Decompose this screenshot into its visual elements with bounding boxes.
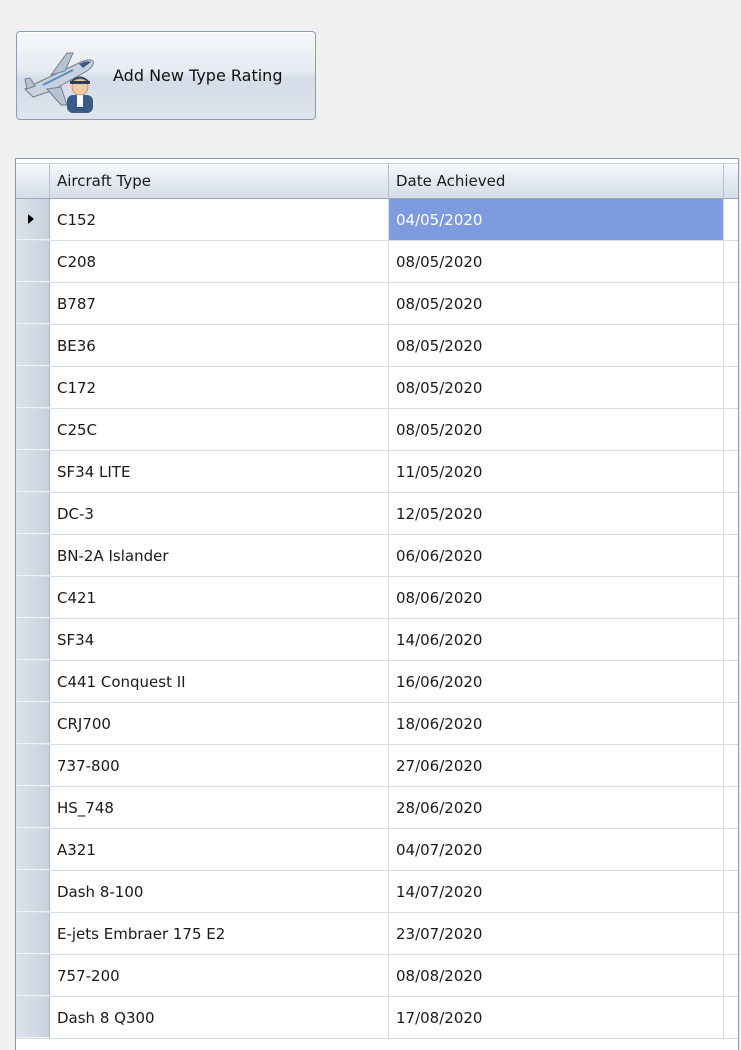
aircraft-type-cell[interactable]: BN-2A Islander [50, 535, 389, 576]
table-row[interactable]: C25C 08/05/2020 [16, 409, 738, 451]
add-type-rating-button[interactable]: Add New Type Rating [16, 31, 316, 120]
table-row[interactable]: C441 Conquest II 16/06/2020 [16, 661, 738, 703]
date-achieved-cell[interactable]: 28/06/2020 [389, 787, 724, 828]
row-selector[interactable] [16, 787, 50, 828]
aircraft-type-cell[interactable]: C421 [50, 577, 389, 618]
date-achieved-cell[interactable]: 17/08/2020 [389, 997, 724, 1038]
table-row[interactable]: CRJ700 18/06/2020 [16, 703, 738, 745]
table-row[interactable]: C421 08/06/2020 [16, 577, 738, 619]
row-selector[interactable] [16, 493, 50, 534]
table-row[interactable]: SF34 14/06/2020 [16, 619, 738, 661]
date-achieved-cell[interactable]: 27/06/2020 [389, 745, 724, 786]
aircraft-type-cell[interactable]: BE36 [50, 325, 389, 366]
date-achieved-cell[interactable]: 12/05/2020 [389, 493, 724, 534]
date-achieved-cell[interactable]: 08/05/2020 [389, 409, 724, 450]
row-selector[interactable] [16, 325, 50, 366]
row-selector[interactable] [16, 241, 50, 282]
row-selector[interactable] [16, 367, 50, 408]
row-selector[interactable] [16, 955, 50, 996]
row-selector[interactable] [16, 913, 50, 954]
row-selector[interactable] [16, 745, 50, 786]
aircraft-type-cell[interactable]: HS_748 [50, 787, 389, 828]
aircraft-type-cell[interactable]: B787 [50, 283, 389, 324]
column-header-date-achieved[interactable]: Date Achieved [389, 164, 724, 198]
table-row[interactable]: Dash 8 Q300 17/08/2020 [16, 997, 738, 1039]
row-selector[interactable] [16, 829, 50, 870]
aircraft-type-cell[interactable]: SF34 LITE [50, 451, 389, 492]
date-achieved-cell[interactable]: 08/05/2020 [389, 367, 724, 408]
aircraft-type-cell[interactable]: A321 [50, 829, 389, 870]
aircraft-type-cell[interactable]: Dash 8 Q300 [50, 997, 389, 1038]
row-selector[interactable] [16, 619, 50, 660]
date-achieved-cell[interactable]: 11/05/2020 [389, 451, 724, 492]
row-selector[interactable] [16, 703, 50, 744]
grid-header: Aircraft Type Date Achieved [16, 163, 738, 199]
aircraft-type-cell[interactable]: Dash 8-100 [50, 871, 389, 912]
grid-body: C152 04/05/2020 C208 08/05/2020 B787 08/05/20… [16, 199, 738, 1039]
aircraft-type-cell[interactable]: 757-200 [50, 955, 389, 996]
aircraft-type-cell[interactable]: SF34 [50, 619, 389, 660]
table-row[interactable]: BN-2A Islander 06/06/2020 [16, 535, 738, 577]
date-achieved-cell[interactable]: 18/06/2020 [389, 703, 724, 744]
row-selector[interactable] [16, 283, 50, 324]
table-row[interactable]: B787 08/05/2020 [16, 283, 738, 325]
aircraft-type-cell[interactable]: E-jets Embraer 175 E2 [50, 913, 389, 954]
table-row[interactable]: SF34 LITE 11/05/2020 [16, 451, 738, 493]
aircraft-type-cell[interactable]: C152 [50, 199, 389, 240]
table-row[interactable]: DC-3 12/05/2020 [16, 493, 738, 535]
aircraft-type-cell[interactable]: 737-800 [50, 745, 389, 786]
date-achieved-cell[interactable]: 23/07/2020 [389, 913, 724, 954]
aircraft-type-cell[interactable]: C172 [50, 367, 389, 408]
date-achieved-cell[interactable]: 14/06/2020 [389, 619, 724, 660]
table-row[interactable]: E-jets Embraer 175 E2 23/07/2020 [16, 913, 738, 955]
aircraft-type-cell[interactable]: C208 [50, 241, 389, 282]
current-row-arrow-icon [27, 214, 34, 224]
date-achieved-cell[interactable]: 04/07/2020 [389, 829, 724, 870]
date-achieved-cell[interactable]: 16/06/2020 [389, 661, 724, 702]
table-row[interactable]: 737-800 27/06/2020 [16, 745, 738, 787]
table-row[interactable]: C152 04/05/2020 [16, 199, 738, 241]
table-row[interactable]: 757-200 08/08/2020 [16, 955, 738, 997]
row-selector[interactable] [16, 535, 50, 576]
add-type-rating-label: Add New Type Rating [113, 66, 283, 85]
date-achieved-cell[interactable]: 08/05/2020 [389, 283, 724, 324]
table-row[interactable]: C172 08/05/2020 [16, 367, 738, 409]
row-selector[interactable] [16, 409, 50, 450]
airplane-pilot-icon [24, 52, 94, 113]
row-selector[interactable] [16, 661, 50, 702]
date-achieved-cell[interactable]: 08/05/2020 [389, 241, 724, 282]
table-row[interactable]: HS_748 28/06/2020 [16, 787, 738, 829]
date-achieved-cell[interactable]: 14/07/2020 [389, 871, 724, 912]
aircraft-type-cell[interactable]: C25C [50, 409, 389, 450]
row-selector[interactable] [16, 871, 50, 912]
aircraft-type-cell[interactable]: C441 Conquest II [50, 661, 389, 702]
date-achieved-cell[interactable]: 04/05/2020 [389, 199, 724, 240]
row-selector[interactable] [16, 577, 50, 618]
aircraft-type-cell[interactable]: CRJ700 [50, 703, 389, 744]
aircraft-type-cell[interactable]: DC-3 [50, 493, 389, 534]
type-ratings-grid[interactable]: Aircraft Type Date Achieved C152 04/05/20… [15, 158, 739, 1050]
row-selector-header[interactable] [16, 164, 50, 198]
table-row[interactable]: Dash 8-100 14/07/2020 [16, 871, 738, 913]
row-selector[interactable] [16, 451, 50, 492]
table-row[interactable]: C208 08/05/2020 [16, 241, 738, 283]
row-selector[interactable] [16, 997, 50, 1038]
date-achieved-cell[interactable]: 06/06/2020 [389, 535, 724, 576]
date-achieved-cell[interactable]: 08/05/2020 [389, 325, 724, 366]
date-achieved-cell[interactable]: 08/06/2020 [389, 577, 724, 618]
table-row[interactable]: BE36 08/05/2020 [16, 325, 738, 367]
table-row[interactable]: A321 04/07/2020 [16, 829, 738, 871]
row-selector[interactable] [16, 199, 50, 240]
column-header-aircraft-type[interactable]: Aircraft Type [50, 164, 389, 198]
date-achieved-cell[interactable]: 08/08/2020 [389, 955, 724, 996]
